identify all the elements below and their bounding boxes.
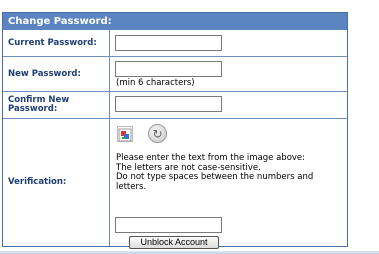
refresh-icon[interactable]: ↻ bbox=[148, 124, 167, 143]
confirm-password-row: Confirm New Password: bbox=[3, 92, 347, 119]
unblock-account-button[interactable]: Unblock Account bbox=[129, 236, 219, 249]
current-password-row: Current Password: bbox=[3, 30, 347, 57]
confirm-password-input[interactable] bbox=[115, 96, 222, 112]
new-password-cell: (min 6 characters) bbox=[110, 57, 347, 91]
change-password-panel: Change Password: Current Password: New P… bbox=[2, 12, 348, 247]
new-password-label: New Password: bbox=[3, 57, 110, 91]
verification-cell: ↻ Please enter the text from the image a… bbox=[110, 119, 347, 246]
new-password-hint: (min 6 characters) bbox=[116, 78, 195, 88]
verification-input[interactable] bbox=[115, 217, 222, 233]
new-password-row: New Password: (min 6 characters) bbox=[3, 57, 347, 92]
verification-row: Verification: ↻ Please enter the text fr… bbox=[3, 119, 347, 246]
verification-label: Verification: bbox=[3, 119, 110, 246]
verification-label-text: Verification: bbox=[8, 177, 67, 187]
confirm-password-label: Confirm New Password: bbox=[3, 92, 110, 118]
instruction-line-4: letters. bbox=[116, 181, 147, 192]
new-password-label-text: New Password: bbox=[8, 68, 81, 79]
verification-instructions: Please enter the text from the image abo… bbox=[116, 153, 344, 192]
confirm-password-label-line2: Password: bbox=[8, 104, 58, 114]
new-password-input[interactable] bbox=[115, 61, 222, 77]
current-password-label: Current Password: bbox=[3, 30, 110, 56]
captcha-image-icon bbox=[117, 126, 133, 142]
current-password-label-text: Current Password: bbox=[8, 37, 97, 48]
instruction-line-3: Do not type spaces between the numbers a… bbox=[116, 172, 314, 182]
current-password-cell bbox=[110, 30, 347, 56]
current-password-input[interactable] bbox=[115, 35, 222, 51]
panel-title: Change Password: bbox=[3, 13, 347, 30]
confirm-password-cell bbox=[110, 92, 347, 118]
